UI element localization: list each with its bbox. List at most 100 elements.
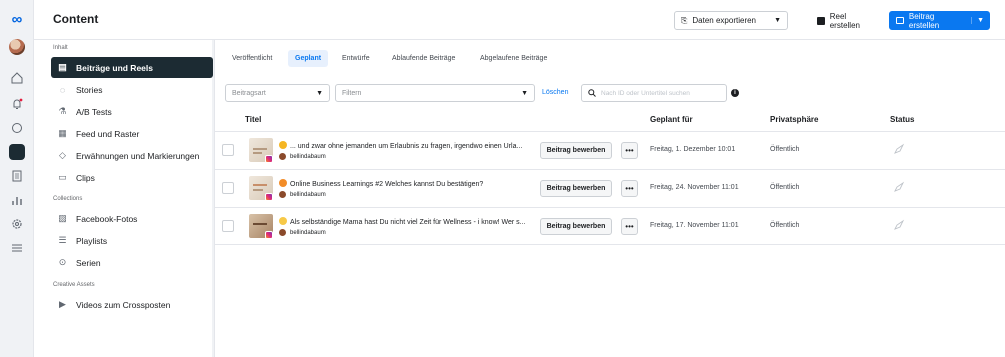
post-title-text: ... und zwar ohne jemanden um Erlaubnis … bbox=[290, 143, 523, 150]
sidebar-item-clips[interactable]: ▭ Clips bbox=[51, 167, 213, 188]
reel-icon bbox=[817, 16, 825, 25]
clear-filters-link[interactable]: Löschen bbox=[542, 89, 568, 96]
column-title[interactable]: Titel bbox=[245, 115, 261, 124]
insights-icon[interactable] bbox=[7, 190, 27, 210]
column-scheduled[interactable]: Geplant für bbox=[650, 115, 693, 124]
scheduled-date: Freitag, 17. November 11:01 bbox=[650, 222, 739, 229]
table-row[interactable]: Als selbständige Mama hast Du nicht viel… bbox=[215, 207, 1005, 245]
search-icon bbox=[588, 89, 596, 97]
sidebar-item-label: Feed und Raster bbox=[76, 128, 140, 139]
sidebar-item-series[interactable]: ⊙ Serien bbox=[51, 252, 213, 273]
stories-icon: ◌ bbox=[59, 84, 66, 95]
scheduled-date: Freitag, 24. November 11:01 bbox=[650, 184, 739, 191]
sidebar-item-playlists[interactable]: ☰ Playlists bbox=[51, 230, 213, 251]
info-icon[interactable]: i bbox=[731, 89, 739, 97]
sidebar-item-posts-reels[interactable]: ▤ Beiträge und Reels bbox=[51, 57, 213, 78]
more-options-button[interactable]: ••• bbox=[621, 180, 638, 197]
sidebar-item-label: Clips bbox=[76, 172, 95, 183]
more-options-button[interactable]: ••• bbox=[621, 142, 638, 159]
sidebar-item-label: Erwähnungen und Markierungen bbox=[76, 150, 200, 161]
sidebar-item-feed-grid[interactable]: ▦ Feed und Raster bbox=[51, 123, 213, 144]
meta-logo-icon[interactable]: ∞ bbox=[7, 9, 27, 29]
boost-post-button[interactable]: Beitrag bewerben bbox=[540, 142, 612, 159]
profile-avatar-icon[interactable] bbox=[7, 37, 27, 57]
content-sidebar: Inhalt ▤ Beiträge und Reels ◌ Stories ⚗ … bbox=[34, 40, 213, 357]
column-status[interactable]: Status bbox=[890, 115, 914, 124]
sidebar-item-facebook-photos[interactable]: ▨ Facebook-Fotos bbox=[51, 208, 213, 229]
posts-icon: ▤ bbox=[58, 62, 67, 72]
home-icon[interactable] bbox=[7, 68, 27, 88]
planner-icon[interactable] bbox=[7, 166, 27, 186]
sidebar-item-ab-tests[interactable]: ⚗ A/B Tests bbox=[51, 101, 213, 122]
tab-expiring[interactable]: Ablaufende Beiträge bbox=[385, 50, 462, 67]
page-title: Content bbox=[53, 12, 99, 26]
more-options-button[interactable]: ••• bbox=[621, 218, 638, 235]
privacy-value: Öffentlich bbox=[770, 222, 800, 229]
post-icon bbox=[896, 17, 904, 24]
sidebar-item-label: Facebook-Fotos bbox=[76, 213, 138, 224]
export-data-button[interactable]: ⎘ Daten exportieren ▼ bbox=[674, 11, 788, 30]
tab-drafts[interactable]: Entwürfe bbox=[335, 50, 377, 67]
photos-icon: ▨ bbox=[58, 213, 67, 223]
create-post-button[interactable]: Beitrag erstellen ▼ bbox=[889, 11, 990, 30]
crosspost-icon: ▶ bbox=[59, 299, 66, 309]
instagram-icon bbox=[265, 155, 273, 163]
scheduled-status-icon bbox=[893, 143, 905, 155]
author-name: bellindabaum bbox=[290, 229, 326, 236]
author-name: bellindabaum bbox=[290, 153, 326, 160]
post-title[interactable]: ... und zwar ohne jemanden um Erlaubnis … bbox=[279, 141, 534, 150]
menu-icon[interactable] bbox=[7, 238, 27, 258]
sidebar-item-label: Playlists bbox=[76, 235, 108, 246]
privacy-value: Öffentlich bbox=[770, 146, 800, 153]
author-avatar bbox=[279, 191, 286, 198]
table-row[interactable]: ... und zwar ohne jemanden um Erlaubnis … bbox=[215, 131, 1005, 169]
author-avatar bbox=[279, 229, 286, 236]
row-checkbox[interactable] bbox=[222, 144, 234, 156]
boost-post-button[interactable]: Beitrag bewerben bbox=[540, 180, 612, 197]
section-label: Creative Assets bbox=[53, 282, 95, 288]
scheduled-status-icon bbox=[893, 219, 905, 231]
post-type-value: Beitragsart bbox=[232, 89, 266, 97]
messages-icon[interactable] bbox=[7, 118, 27, 138]
sidebar-item-label: Videos zum Crossposten bbox=[76, 299, 171, 310]
post-author: bellindabaum bbox=[279, 191, 326, 198]
post-title[interactable]: Als selbständige Mama hast Du nicht viel… bbox=[279, 217, 534, 226]
chevron-down-icon[interactable]: ▼ bbox=[774, 17, 781, 24]
main-content: Veröffentlicht Geplant Entwürfe Ablaufen… bbox=[214, 40, 1005, 357]
filter-value: Filtern bbox=[342, 89, 362, 97]
column-privacy[interactable]: Privatsphäre bbox=[770, 115, 818, 124]
boost-post-button[interactable]: Beitrag bewerben bbox=[540, 218, 612, 235]
search-input[interactable]: Nach ID oder Untertitel suchen bbox=[581, 84, 727, 102]
row-checkbox[interactable] bbox=[222, 182, 234, 194]
playlists-icon: ☰ bbox=[58, 235, 67, 245]
export-icon: ⎘ bbox=[681, 15, 688, 25]
sidebar-item-crosspost-videos[interactable]: ▶ Videos zum Crossposten bbox=[51, 294, 213, 315]
create-reel-button[interactable]: Reel erstellen bbox=[811, 11, 883, 30]
tab-expired[interactable]: Abgelaufene Beiträge bbox=[473, 50, 554, 67]
section-label: Inhalt bbox=[53, 45, 68, 51]
sidebar-item-stories[interactable]: ◌ Stories bbox=[51, 79, 213, 100]
notifications-icon[interactable] bbox=[7, 94, 27, 114]
author-name: bellindabaum bbox=[290, 191, 326, 198]
filter-select[interactable]: Filtern ▼ bbox=[335, 84, 535, 102]
scheduled-date: Freitag, 1. Dezember 10:01 bbox=[650, 146, 736, 153]
sidebar-item-label: Serien bbox=[76, 257, 101, 268]
content-icon[interactable] bbox=[7, 142, 27, 162]
tab-published[interactable]: Veröffentlicht bbox=[225, 50, 279, 67]
sidebar-item-label: A/B Tests bbox=[76, 106, 112, 117]
post-title[interactable]: Online Business Learnings #2 Welches kan… bbox=[279, 179, 534, 188]
post-author: bellindabaum bbox=[279, 153, 326, 160]
post-type-select[interactable]: Beitragsart ▼ bbox=[225, 84, 330, 102]
settings-icon[interactable] bbox=[7, 214, 27, 234]
row-checkbox[interactable] bbox=[222, 220, 234, 232]
series-icon: ⊙ bbox=[58, 257, 67, 267]
tab-scheduled[interactable]: Geplant bbox=[288, 50, 329, 67]
search-placeholder: Nach ID oder Untertitel suchen bbox=[601, 89, 690, 97]
instagram-icon bbox=[265, 193, 273, 201]
table-row[interactable]: Online Business Learnings #2 Welches kan… bbox=[215, 169, 1005, 207]
chevron-down-icon[interactable]: ▼ bbox=[971, 17, 989, 24]
create-reel-label: Reel erstellen bbox=[829, 11, 860, 30]
instagram-icon bbox=[265, 231, 273, 239]
sidebar-item-mentions[interactable]: ◇ Erwähnungen und Markierungen bbox=[51, 145, 213, 166]
sidebar-item-label: Beiträge und Reels bbox=[76, 62, 153, 73]
